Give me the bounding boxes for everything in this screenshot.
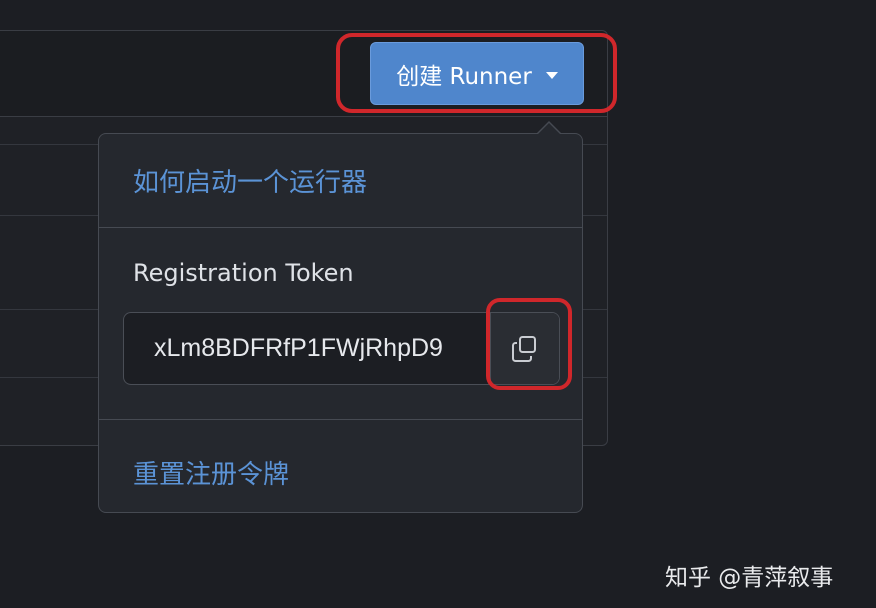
create-runner-dropdown: 如何启动一个运行器 Registration Token xLm8BDFRfP1… — [98, 133, 583, 513]
caret-down-icon — [545, 71, 558, 79]
dropdown-divider — [99, 227, 582, 228]
dropdown-pointer-fill — [538, 123, 560, 134]
how-to-start-runner-link[interactable]: 如何启动一个运行器 — [133, 162, 367, 199]
registration-token-label: Registration Token — [133, 259, 354, 287]
copy-token-button[interactable] — [490, 313, 559, 384]
watermark: 知乎 @青萍叙事 — [665, 565, 834, 591]
reset-registration-token-link[interactable]: 重置注册令牌 — [133, 454, 289, 491]
copy-icon — [512, 335, 536, 362]
registration-token-value[interactable]: xLm8BDFRfP1FWjRhpD9 — [154, 334, 464, 363]
dropdown-divider — [99, 419, 582, 420]
create-runner-button[interactable]: 创建 Runner — [370, 42, 584, 105]
screen: 创建 Runner 如何启动一个运行器 Registration Token x… — [0, 0, 876, 608]
create-runner-button-label: 创建 Runner — [396, 63, 532, 90]
registration-token-field[interactable]: xLm8BDFRfP1FWjRhpD9 — [123, 312, 560, 385]
